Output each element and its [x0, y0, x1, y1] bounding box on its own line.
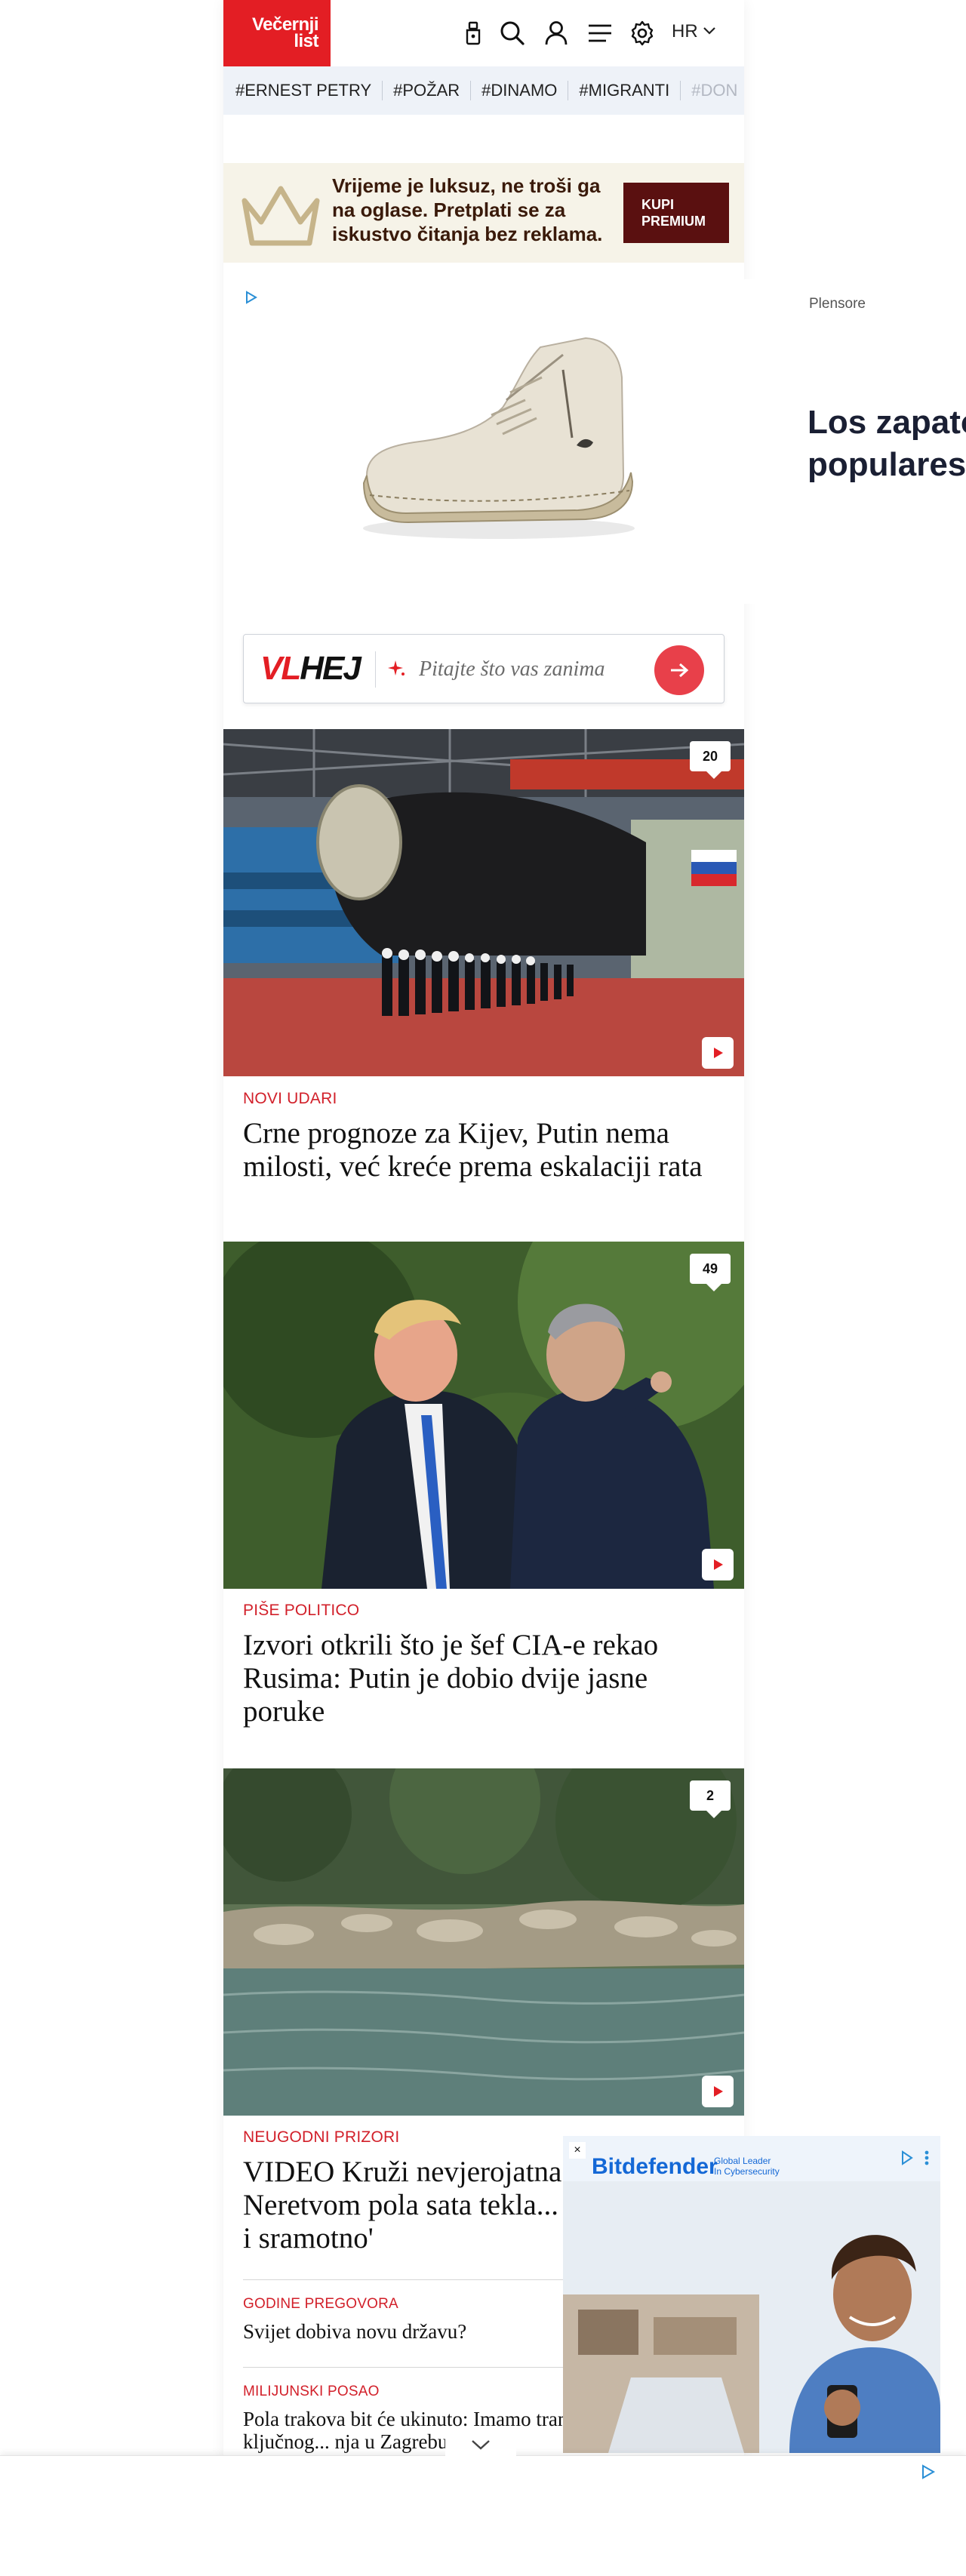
shoe-image	[337, 325, 654, 555]
vlhej-search-box: VLHEJ	[243, 634, 724, 703]
bitdefender-tagline-line2: In Cybersecurity	[714, 2166, 780, 2177]
chevron-down-icon[interactable]	[445, 2433, 516, 2456]
tag-migranti[interactable]: #MIGRANTI	[579, 81, 681, 100]
tag-pozar[interactable]: #POŽAR	[393, 81, 472, 100]
play-video-icon[interactable]	[702, 2076, 734, 2107]
shoe-ad[interactable]	[223, 279, 744, 604]
plensore-ad[interactable]: Plensore Los zapatos populares	[744, 279, 966, 604]
site-header: Večernji list HR	[223, 0, 744, 66]
article-headline[interactable]: Izvori otkrili što je šef CIA-e rekao Ru…	[243, 1629, 726, 1728]
article-image-trump[interactable]	[223, 1242, 744, 1589]
bitdefender-logo: Bitdefender	[592, 2154, 718, 2179]
ad-headline-line1: Los zapatos	[808, 404, 966, 441]
tag-ernest-petry[interactable]: #ERNEST PETRY	[235, 81, 383, 100]
vlhej-logo-hej: HEJ	[300, 650, 361, 687]
play-video-icon[interactable]	[702, 1037, 734, 1069]
user-icon[interactable]	[542, 19, 571, 48]
ad-choices-icon[interactable]	[245, 290, 258, 309]
vlhej-search-input[interactable]	[419, 653, 645, 686]
tag-dinamo[interactable]: #DINAMO	[481, 81, 569, 100]
comment-count-badge[interactable]: 20	[690, 741, 731, 779]
bitdefender-tagline-line1: Global Leader	[714, 2156, 771, 2166]
bitdefender-ad-photo	[563, 2181, 940, 2453]
search-icon[interactable]	[498, 19, 527, 48]
close-icon[interactable]: ×	[569, 2142, 586, 2159]
comment-count-badge[interactable]: 2	[690, 1780, 731, 1818]
vlhej-logo-vl: VL	[260, 650, 301, 687]
buy-premium-line1: KUPI	[641, 197, 675, 212]
play-video-icon[interactable]	[702, 1549, 734, 1580]
article-kicker[interactable]: PIŠE POLITICO	[243, 1602, 359, 1620]
bitdefender-tagline: Global Leader In Cybersecurity	[714, 2156, 780, 2177]
bottom-ad-strip[interactable]	[0, 2433, 966, 2576]
chevron-down-icon[interactable]	[702, 23, 717, 42]
language-selector[interactable]: HR	[672, 21, 698, 42]
premium-banner: Vrijeme je luksuz, ne troši ga na oglase…	[223, 163, 744, 263]
bitdefender-ad[interactable]: × Bitdefender Global Leader In Cybersecu…	[563, 2136, 940, 2453]
ad-sponsor: Plensore	[809, 296, 866, 312]
trending-tags-bar: #ERNEST PETRY #POŽAR #DINAMO #MIGRANTI #…	[223, 66, 744, 115]
comment-count-badge[interactable]: 49	[690, 1254, 731, 1291]
article-kicker[interactable]: GODINE PREGOVORA	[243, 2296, 398, 2313]
buy-premium-button[interactable]: KUPI PREMIUM	[623, 183, 729, 243]
article-headline[interactable]: Crne prognoze za Kijev, Putin nema milos…	[243, 1117, 726, 1183]
sparkle-icon	[387, 659, 407, 682]
article-kicker[interactable]: MILIJUNSKI POSAO	[243, 2384, 380, 2400]
buy-premium-line2: PREMIUM	[641, 214, 706, 229]
article-image-submarine[interactable]	[223, 729, 744, 1076]
vlhej-divider	[375, 651, 376, 688]
article-image-river[interactable]	[223, 1768, 744, 2116]
crown-icon	[238, 178, 323, 254]
premium-text: Vrijeme je luksuz, ne troši ga na oglase…	[332, 174, 603, 245]
ad-headline-line2: populares	[808, 446, 966, 483]
article-kicker[interactable]: NOVI UDARI	[243, 1090, 337, 1108]
vlhej-logo: VLHEJ	[260, 648, 361, 689]
tag-truncated[interactable]: #DON	[691, 81, 744, 100]
flashlight-icon[interactable]	[459, 19, 488, 48]
article-kicker[interactable]: NEUGODNI PRIZORI	[243, 2128, 399, 2147]
site-logo[interactable]: Večernji list	[223, 0, 331, 66]
ad-choices-icon[interactable]	[900, 2150, 933, 2170]
arrow-right-icon[interactable]	[654, 645, 704, 695]
ad-headline: Los zapatos populares	[808, 402, 966, 486]
ad-choices-icon[interactable]	[921, 2464, 936, 2484]
logo-line2: list	[294, 31, 318, 51]
gear-icon[interactable]	[628, 19, 657, 48]
menu-icon[interactable]	[586, 19, 614, 48]
